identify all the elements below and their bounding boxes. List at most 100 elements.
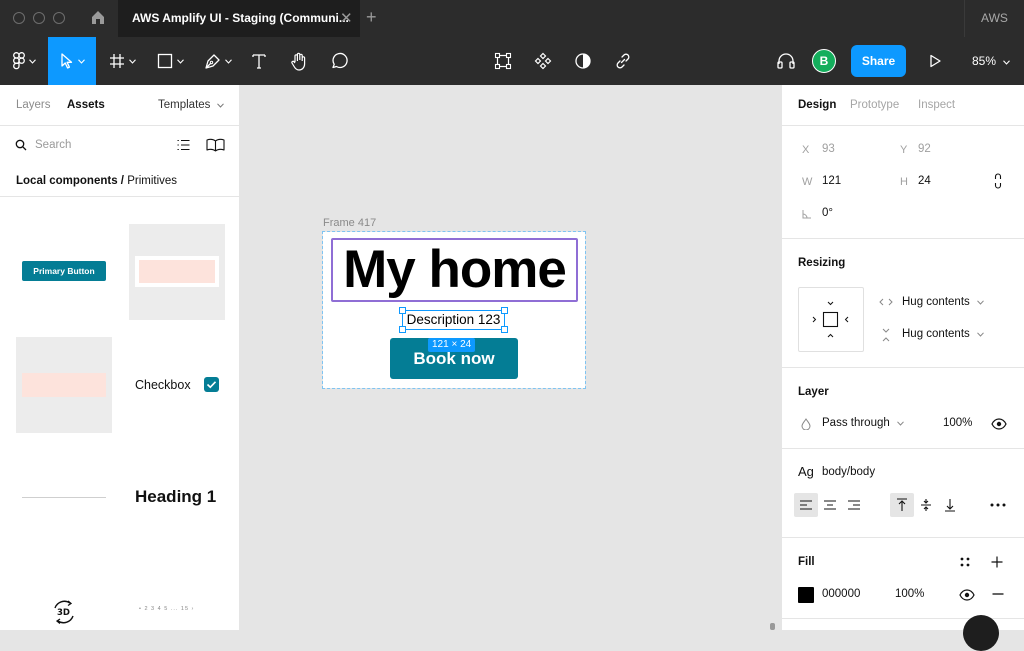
component-input-preview[interactable] [129,224,225,320]
list-view-icon[interactable] [177,139,190,151]
file-tab[interactable]: AWS Amplify UI - Staging (Communi... ✕ [118,0,360,37]
close-tab-icon[interactable]: ✕ [340,9,353,27]
edit-object-button[interactable] [490,37,516,85]
team-label[interactable]: AWS [964,0,1024,37]
resize-handle-bottom-right[interactable] [501,326,508,333]
frame-label[interactable]: Frame 417 [323,217,376,229]
blend-drop-icon [801,418,811,430]
user-avatar[interactable]: B [812,49,836,73]
horizontal-resizing-dropdown[interactable]: Hug contents [902,296,984,308]
component-divider[interactable] [16,450,112,546]
library-book-icon[interactable] [206,138,225,152]
resizing-diagram[interactable] [798,287,864,352]
align-left-icon [800,500,812,510]
search-input[interactable]: Search [35,139,71,151]
fill-hex-field[interactable]: 000000 [822,588,860,600]
breadcrumb: Local components / Primitives [16,175,177,187]
3d-view-icon[interactable]: 3D [50,598,78,626]
component-alert-preview[interactable] [16,337,112,433]
remove-fill-icon[interactable] [992,593,1004,595]
component-primary-button[interactable]: Primary Button [16,224,112,320]
align-center-button[interactable] [818,493,842,517]
tab-layers[interactable]: Layers [16,99,51,111]
hand-icon [291,52,306,71]
home-icon[interactable] [90,9,106,27]
move-tool-button[interactable] [48,37,96,85]
text-style-icon: Ag [798,464,814,479]
align-right-button[interactable] [842,493,866,517]
breadcrumb-root[interactable]: Local components / [16,175,124,187]
pen-tool-button[interactable] [196,37,240,85]
mask-contrast-icon [575,53,591,69]
figma-logo-icon [12,52,25,70]
share-button[interactable]: Share [851,45,906,77]
x-field[interactable]: 93 [822,143,835,155]
eye-icon[interactable] [991,418,1007,430]
vertical-resizing-value: Hug contents [902,328,970,340]
mask-button[interactable] [570,37,596,85]
height-field[interactable]: 24 [918,175,931,187]
audio-button[interactable] [772,37,800,85]
y-field[interactable]: 92 [918,143,931,155]
text-style-name[interactable]: body/body [822,466,875,478]
tab-design[interactable]: Design [798,99,836,111]
comment-bubble-icon [332,52,348,69]
divider [782,367,1024,368]
tab-prototype[interactable]: Prototype [850,99,899,111]
search-icon [15,139,27,151]
shape-tool-button[interactable] [148,37,192,85]
eye-icon[interactable] [959,589,975,601]
help-button[interactable] [963,615,999,651]
window-zoom-button[interactable] [53,12,65,24]
tab-assets[interactable]: Assets [67,99,105,111]
zoom-dropdown[interactable]: 85% [972,37,1011,85]
constrain-proportions-icon[interactable] [993,173,1003,189]
description-layer-selected[interactable]: Description 123 [402,310,505,330]
frame-tool-button[interactable] [100,37,144,85]
canvas[interactable]: Frame 417 My home Description 123 Book n… [241,85,781,630]
width-field[interactable]: 121 [822,175,841,187]
heading-layer[interactable]: My home [331,238,578,302]
tab-inspect[interactable]: Inspect [918,99,955,111]
layer-opacity-field[interactable]: 100% [943,417,972,429]
align-middle-button[interactable] [914,493,938,517]
window-close-button[interactable] [13,12,25,24]
blend-mode-dropdown[interactable]: Pass through [822,417,904,429]
style-grid-icon[interactable] [960,557,970,567]
assets-panel: Layers Assets Templates Search Local com… [0,85,240,630]
pager[interactable]: • 2 3 4 5 ... 15 › [139,606,194,612]
heading-preview-label[interactable]: Heading 1 [135,487,216,507]
new-tab-icon[interactable]: + [366,7,377,28]
text-tool-button[interactable] [244,37,274,85]
rotation-field[interactable]: 0° [822,207,833,219]
fill-title: Fill [798,556,815,568]
window-minimize-button[interactable] [33,12,45,24]
hand-tool-button[interactable] [284,37,314,85]
fill-opacity-field[interactable]: 100% [895,588,924,600]
resize-handle-top-right[interactable] [501,307,508,314]
main-menu-button[interactable] [0,37,48,85]
hug-vertical-icon [882,328,890,342]
primary-button-preview: Primary Button [22,261,106,281]
more-options-icon[interactable] [990,503,1006,507]
present-button[interactable] [922,37,948,85]
comment-tool-button[interactable] [324,37,354,85]
component-button[interactable] [530,37,556,85]
frame-417[interactable]: My home Description 123 Book now 121 × 2… [322,231,586,389]
add-fill-icon[interactable] [991,556,1003,568]
resize-handle-top-left[interactable] [399,307,406,314]
align-top-button[interactable] [890,493,914,517]
file-tab-title: AWS Amplify UI - Staging (Communi... [132,11,349,25]
link-button[interactable] [610,37,636,85]
templates-dropdown[interactable]: Templates [158,99,224,111]
play-icon [930,54,941,68]
fill-color-swatch[interactable] [798,587,814,603]
rotation-icon [802,210,811,219]
align-middle-icon [921,499,931,511]
align-bottom-button[interactable] [938,493,962,517]
vertical-resizing-dropdown[interactable]: Hug contents [902,328,984,340]
resize-handle-bottom-left[interactable] [399,326,406,333]
align-left-button[interactable] [794,493,818,517]
canvas-scrollbar[interactable] [770,623,775,630]
text-t-icon [252,54,266,69]
